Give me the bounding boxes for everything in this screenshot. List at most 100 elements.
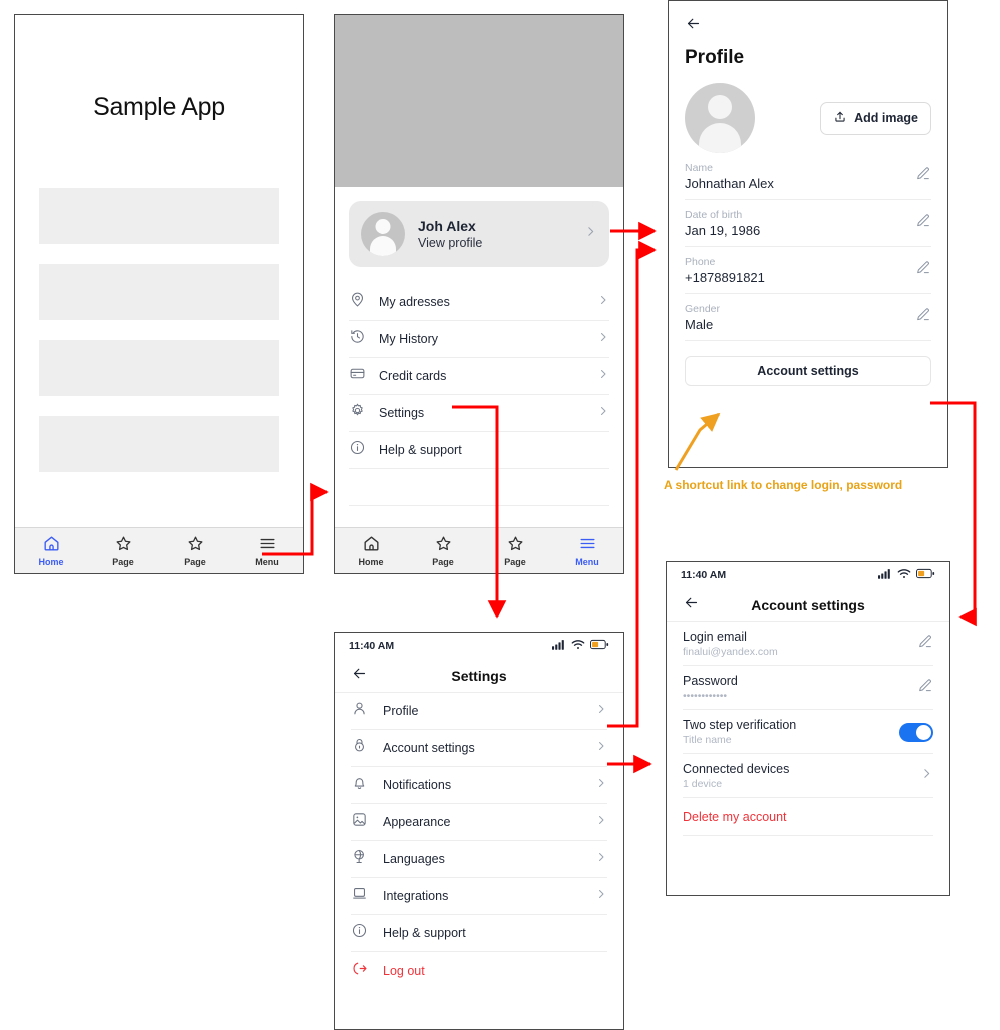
gear-icon: [349, 402, 379, 424]
account-row-login-email: Login email finalui@yandex.com: [683, 622, 933, 666]
screen-profile: Profile Add image Name Johnathan Alex Da…: [668, 0, 948, 468]
tab-label: Page: [112, 557, 134, 567]
menu-item-label: Settings: [379, 406, 425, 420]
screen-menu: Joh Alex View profile My adresses My His…: [334, 14, 624, 574]
logout-icon: [351, 960, 383, 982]
chevron-right-icon: [597, 367, 609, 385]
placeholder-block: [39, 264, 279, 320]
row-subtitle: 1 device: [683, 778, 723, 790]
settings-item-notifications[interactable]: Notifications: [351, 767, 607, 804]
settings-item-account-settings[interactable]: Account settings: [351, 730, 607, 767]
settings-item-appearance[interactable]: Appearance: [351, 804, 607, 841]
add-image-label: Add image: [854, 111, 918, 125]
chevron-right-icon: [597, 293, 609, 311]
page-title: Account settings: [751, 596, 865, 613]
menu-list: My adresses My History Credit cards Sett…: [335, 284, 623, 506]
two-step-verification-toggle[interactable]: [899, 722, 933, 742]
field-label: Date of birth: [685, 209, 743, 221]
battery-icon: [916, 568, 935, 582]
settings-item-profile[interactable]: Profile: [351, 693, 607, 730]
account-row-delete-my-account[interactable]: Delete my account: [683, 798, 933, 836]
account-row-connected-devices[interactable]: Connected devices 1 device: [683, 754, 933, 798]
settings-item-label: Appearance: [383, 815, 451, 829]
account-settings-button[interactable]: Account settings: [685, 356, 931, 386]
field-phone: Phone +1878891821: [685, 247, 931, 294]
pencil-icon[interactable]: [915, 260, 931, 281]
tab-label: Menu: [575, 557, 599, 567]
pencil-icon[interactable]: [915, 213, 931, 234]
settings-item-integrations[interactable]: Integrations: [351, 878, 607, 915]
upload-icon: [833, 110, 847, 127]
account-row-two-step-verification: Two step verification Title name: [683, 710, 933, 754]
avatar: [685, 83, 755, 153]
cellular-signal-icon: [552, 639, 566, 653]
chevron-right-icon: [597, 404, 609, 422]
menu-item-my-history[interactable]: My History: [349, 321, 609, 358]
person-icon: [351, 700, 383, 722]
tab-home[interactable]: Home: [335, 534, 407, 567]
back-button[interactable]: [669, 1, 947, 37]
tab-label: Home: [38, 557, 64, 567]
account-settings-list: Login email finalui@yandex.com Password …: [667, 622, 949, 836]
status-time: 11:40 AM: [349, 640, 395, 652]
app-title: Sample App: [93, 93, 225, 121]
back-button[interactable]: [351, 665, 368, 687]
placeholder-block: [39, 416, 279, 472]
status-time: 11:40 AM: [681, 569, 727, 581]
bell-icon: [351, 774, 383, 796]
menu-item-my-addresses[interactable]: My adresses: [349, 284, 609, 321]
tab-home[interactable]: Home: [15, 534, 87, 567]
settings-item-help-support[interactable]: Help & support: [351, 915, 607, 952]
page-title: Settings: [451, 667, 507, 684]
menu-item-credit-cards[interactable]: Credit cards: [349, 358, 609, 395]
status-bar: 11:40 AM: [667, 562, 949, 588]
menu-item-label: Credit cards: [379, 369, 447, 383]
account-row-password: Password ••••••••••••: [683, 666, 933, 710]
field-label: Gender: [685, 303, 721, 315]
hero-placeholder: [335, 15, 623, 187]
menu-item-settings[interactable]: Settings: [349, 395, 609, 432]
tab-label: Home: [358, 557, 384, 567]
tab-page-1[interactable]: Page: [87, 534, 159, 567]
chevron-right-icon: [597, 330, 609, 348]
add-image-button[interactable]: Add image: [820, 101, 931, 135]
chevron-right-icon: [920, 767, 933, 785]
tab-page-2[interactable]: Page: [479, 534, 551, 567]
row-title: Password: [683, 674, 738, 688]
field-label: Name: [685, 162, 714, 174]
settings-item-log-out[interactable]: Log out: [351, 952, 607, 989]
placeholder-block: [39, 188, 279, 244]
profile-card[interactable]: Joh Alex View profile: [349, 201, 609, 267]
field-name: Name Johnathan Alex: [685, 153, 931, 200]
pencil-icon[interactable]: [917, 678, 933, 699]
row-subtitle: Title name: [683, 734, 732, 746]
field-label: Phone: [685, 256, 716, 268]
row-title: Login email: [683, 630, 747, 644]
field-value: +1878891821: [685, 270, 765, 285]
tab-menu[interactable]: Menu: [551, 534, 623, 567]
info-circle-icon: [349, 439, 379, 461]
profile-card-subtitle: View profile: [418, 236, 483, 250]
back-button[interactable]: [683, 594, 700, 616]
star-icon: [479, 534, 551, 554]
tab-page-1[interactable]: Page: [407, 534, 479, 567]
field-date-of-birth: Date of birth Jan 19, 1986: [685, 200, 931, 247]
tab-menu[interactable]: Menu: [231, 534, 303, 567]
placeholder-block: [39, 340, 279, 396]
pencil-icon[interactable]: [915, 307, 931, 328]
pencil-icon[interactable]: [917, 634, 933, 655]
field-value: Male: [685, 317, 714, 332]
info-circle-icon: [351, 922, 383, 944]
arrow-left-icon: [685, 18, 702, 36]
cellular-signal-icon: [878, 568, 892, 582]
settings-item-label: Log out: [383, 963, 425, 978]
settings-item-label: Notifications: [383, 778, 452, 792]
chevron-right-icon: [595, 776, 607, 794]
settings-item-languages[interactable]: Languages: [351, 841, 607, 878]
menu-item-help-support[interactable]: Help & support: [349, 432, 609, 469]
screen-account-settings: 11:40 AM Account settings Login email fi…: [666, 561, 950, 896]
tab-page-2[interactable]: Page: [159, 534, 231, 567]
pencil-icon[interactable]: [915, 166, 931, 187]
globe-icon: [351, 848, 383, 870]
wifi-icon: [897, 568, 911, 582]
